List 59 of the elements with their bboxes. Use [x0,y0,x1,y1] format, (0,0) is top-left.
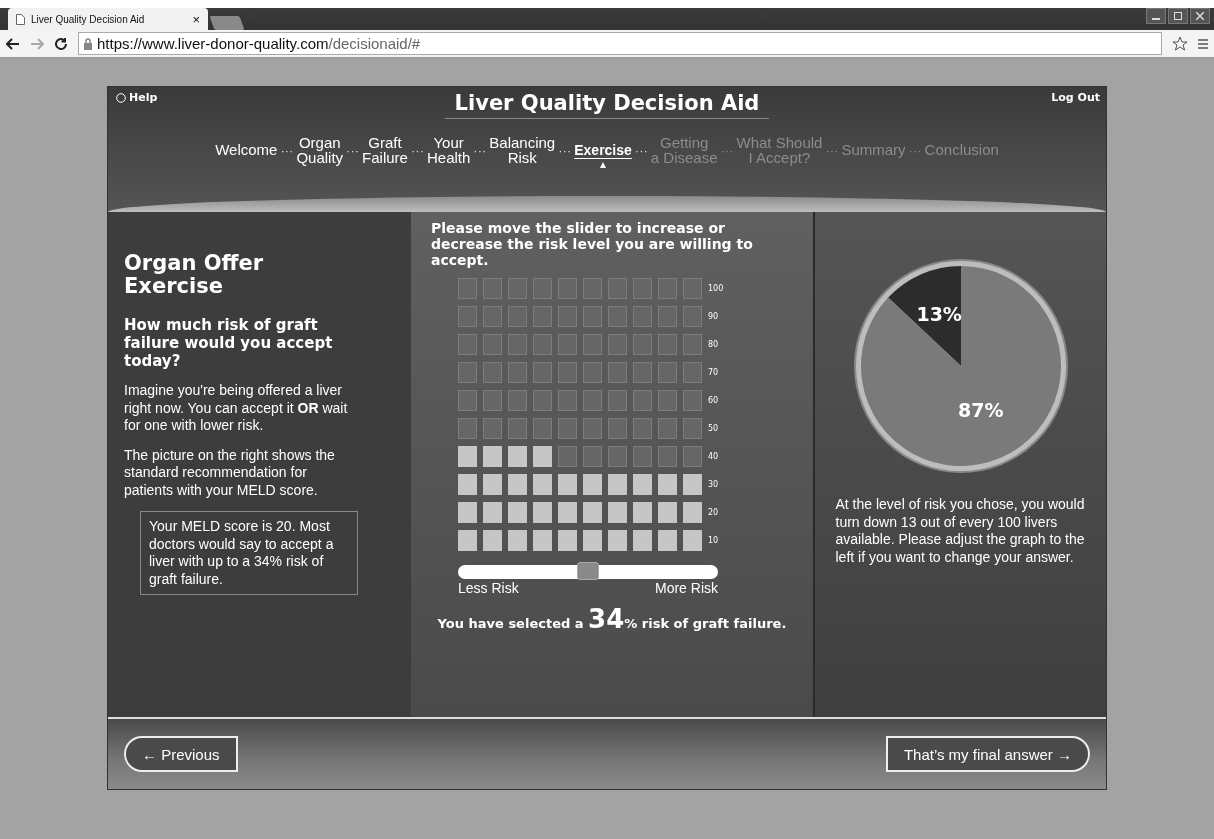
row-label: 30 [708,480,720,490]
tab-title: Liver Quality Decision Aid [31,13,146,25]
paragraph: The picture on the right shows the standard recommendation for patients with your MELD score. [124,446,336,500]
browser-tab[interactable]: Liver Quality Decision Aid × [8,8,208,30]
menu-icon[interactable] [1198,38,1208,49]
row-label: 90 [708,312,720,322]
help-link[interactable]: Help [116,91,158,104]
back-icon[interactable] [6,37,20,50]
slider-thumb[interactable] [577,562,599,581]
row-label: 60 [708,396,720,406]
previous-button[interactable]: ← Previous [124,736,238,772]
section-title: Organ Offer Exercise [124,252,265,299]
star-icon[interactable] [1172,35,1188,52]
nav-separator: ··· [346,142,360,158]
nav-step[interactable]: Balancing Risk [489,134,556,167]
row-label: 70 [708,368,720,378]
nav-separator: ··· [720,142,734,158]
risk-slider[interactable] [458,565,718,580]
slice-label: 87% [957,399,1004,422]
logout-link[interactable]: Log Out [1051,91,1100,104]
nav-separator: ··· [558,142,572,158]
row-label: 20 [708,508,720,518]
final-answer-button[interactable]: That’s my final answer → [885,736,1090,772]
nav-separator: ··· [280,142,294,158]
nav-separator: ··· [908,142,922,158]
page-icon [16,13,25,25]
row-label: 10 [708,536,720,546]
row-label: 40 [708,452,720,462]
nav-separator: ··· [634,142,648,158]
meld-note: Your MELD score is 20. Most doctors would say to accept a liver with up to a 34% risk of graft failure. [140,511,358,596]
row-label: 80 [708,340,720,350]
app-title: Liver Quality Decision Aid [444,91,770,119]
reload-icon[interactable] [54,36,68,51]
nav-separator: ··· [825,142,839,158]
nav-step[interactable]: Welcome [215,142,278,159]
lock-icon [83,37,93,50]
nav-separator: ··· [410,142,424,158]
maximize-icon[interactable] [1168,8,1188,24]
selected-risk-text: You have selected a 34% risk of graft failure. [436,604,788,635]
explanation-text: At the level of risk you chose, you would turn down 13 out of every 100 livers available. Please adjust the graph to the left if you want to change your answer. [835,496,1086,566]
caret-icon [600,161,606,168]
row-label: 50 [708,424,720,434]
nav-step[interactable]: Graft Failure [362,134,408,167]
row-label: 100 [708,284,725,294]
nav-separator: ··· [473,142,487,158]
address-field[interactable]: https://www.liver-donor-quality.com/decisionaid/# [78,32,1162,55]
close-icon[interactable] [1190,8,1210,24]
nav-step[interactable]: Your Health [426,134,471,167]
tab-close-button[interactable]: × [192,11,200,27]
slider-min-label: Less Risk [458,580,519,597]
question-heading: How much risk of graft failure would you accept today? [124,316,334,371]
instruction-text: Please move the slider to increase or decrease the risk level you are willing to accept. [431,220,754,269]
nav-step[interactable]: Organ Quality [296,134,344,167]
new-tab-button[interactable] [209,16,245,30]
slice-label: 13% [915,303,962,325]
nav-step[interactable]: Exercise [574,143,632,168]
paragraph: Imagine you're being offered a liver right now. You can accept it OR wait for one with lower risk. [124,382,349,435]
minimize-icon[interactable] [1146,8,1166,24]
slider-max-label: More Risk [655,580,718,597]
